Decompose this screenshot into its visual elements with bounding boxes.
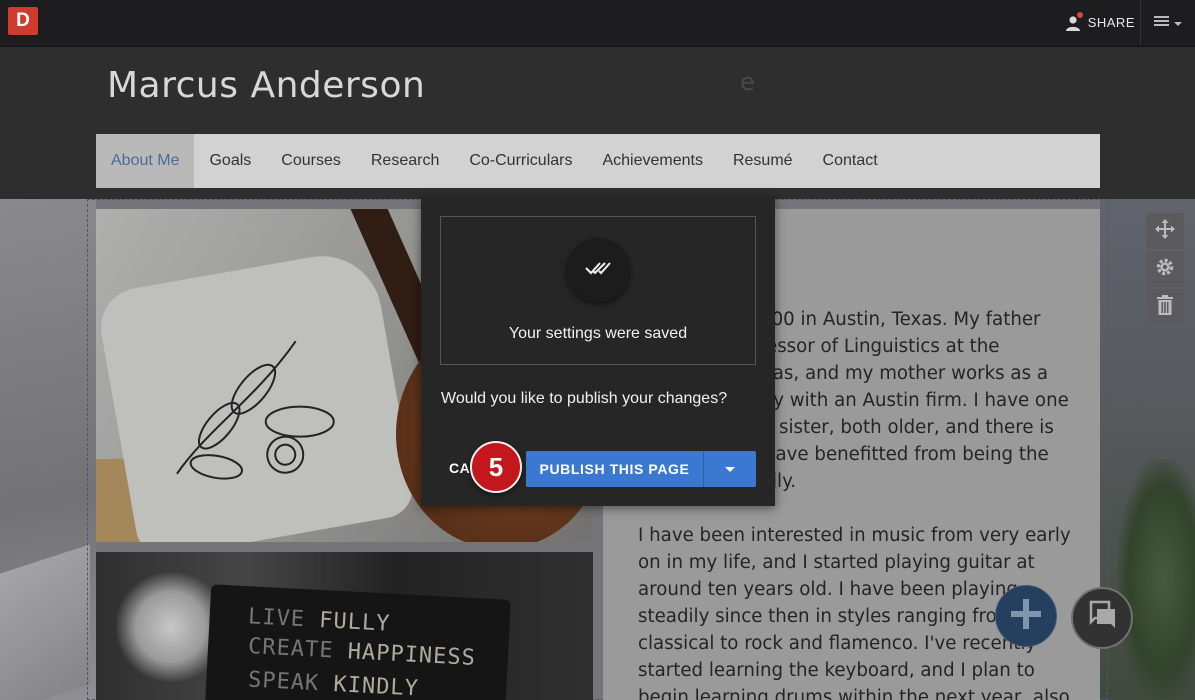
saved-message: Your settings were saved [508,325,688,342]
nav-item-about-me[interactable]: About Me [96,134,195,188]
nav-item-achievements[interactable]: Achievements [587,134,718,188]
nav-item-co-curriculars[interactable]: Co-Curriculars [454,134,587,188]
step-number-badge: 5 [470,441,522,493]
caret-down-icon [1174,14,1182,32]
caret-down-icon [725,460,735,478]
share-button[interactable]: SHARE [1065,0,1135,45]
nav-item-resume[interactable]: Resumé [718,134,808,188]
nav-item-courses[interactable]: Courses [266,134,356,188]
about-heading: e [740,68,755,96]
site-title[interactable]: Marcus Anderson [107,65,425,106]
publish-options-dropdown[interactable] [704,451,756,487]
notification-dot [1076,11,1083,18]
site-header: Marcus Anderson About Me Goals Courses R… [0,47,1195,199]
nav-item-research[interactable]: Research [356,134,454,188]
saved-check-badge [566,238,630,302]
app-logo[interactable]: D [8,7,38,35]
publish-this-page-button[interactable]: PUBLISH THIS PAGE [526,451,704,487]
person-icon [1065,11,1083,31]
saved-confirmation-box: Your settings were saved [440,216,756,365]
publish-split-button: PUBLISH THIS PAGE [526,451,756,487]
site-nav: About Me Goals Courses Research Co-Curri… [96,134,1100,188]
publish-question: Would you like to publish your changes? [441,390,728,407]
top-bar: D SHARE [0,0,1195,47]
hamburger-icon [1154,14,1170,32]
share-label: SHARE [1087,15,1135,30]
nav-item-contact[interactable]: Contact [808,134,893,188]
double-check-icon [585,260,611,281]
nav-item-goals[interactable]: Goals [194,134,266,188]
main-menu-button[interactable] [1140,0,1195,45]
